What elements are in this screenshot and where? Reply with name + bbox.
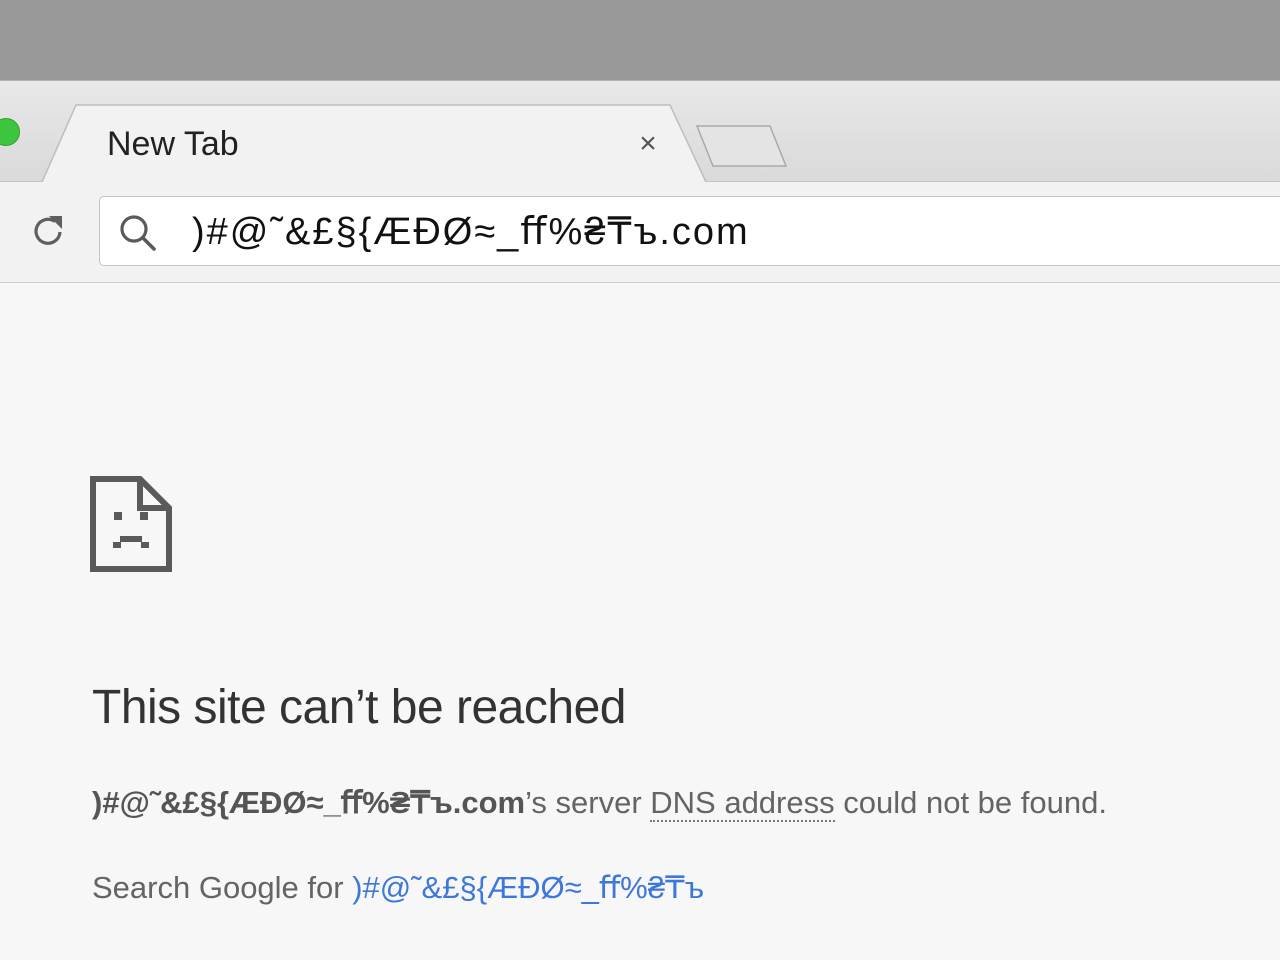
reload-icon (34, 216, 62, 245)
error-domain: )#@˜&£§{ÆĐØ≈_ﬀ%₴₸ъ.com (92, 785, 526, 820)
sad-page-icon (90, 476, 172, 572)
error-detail-text: ’s server (525, 785, 651, 820)
error-detail: )#@˜&£§{ÆĐØ≈_ﬀ%₴₸ъ.com’s server DNS addr… (92, 784, 1107, 822)
cutoff-text-line (92, 951, 442, 960)
search-suggestion: Search Google for )#@˜&£§{ÆĐØ≈_ﬀ%₴₸ъ (92, 869, 704, 907)
error-heading: This site can’t be reached (92, 681, 626, 734)
dns-address-link[interactable]: DNS address (650, 785, 835, 822)
close-icon: × (639, 127, 657, 160)
search-icon (120, 215, 156, 251)
new-tab-button (695, 125, 788, 167)
tab-close-button[interactable]: × (632, 127, 664, 160)
search-google-link[interactable]: )#@˜&£§{ÆĐØ≈_ﬀ%₴₸ъ (352, 870, 704, 905)
tab-title[interactable]: New Tab (107, 124, 239, 164)
window-titlebar (0, 0, 1280, 80)
search-suggestion-prefix: Search Google for (92, 870, 353, 905)
reload-button[interactable] (26, 209, 70, 253)
address-bar-text[interactable]: )#@˜&£§{ÆĐØ≈_ﬀ%₴₸ъ.com (192, 210, 750, 254)
error-detail-suffix: could not be found. (834, 785, 1107, 820)
